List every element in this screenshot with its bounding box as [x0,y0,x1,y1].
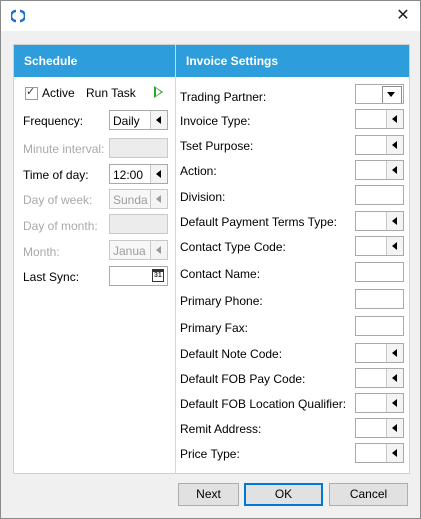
invoice-type-arrow-icon[interactable] [386,110,403,128]
default-fob-pay-code-label: Default FOB Pay Code: [180,372,306,386]
minute-interval-label: Minute interval: [23,142,105,156]
action-label: Action: [180,164,217,178]
month-select: Janua [109,240,168,260]
time-of-day-value: 12:00 [113,168,144,182]
calendar-day-text: 31 [154,272,162,279]
last-sync-date-field[interactable]: 31 [109,266,168,286]
time-of-day-spinner[interactable]: 12:00 [109,164,168,184]
month-value: Janua [113,244,146,258]
price-type-select[interactable] [355,443,404,463]
remit-address-select[interactable] [355,418,404,438]
primary-fax-label: Primary Fax: [180,321,249,335]
frequency-value: Daily [113,114,140,128]
primary-phone-field[interactable] [355,289,404,309]
column-divider [175,45,176,473]
contact-name-label: Contact Name: [180,267,261,281]
invoice-settings-header: Invoice Settings [176,45,409,77]
ok-button[interactable]: OK [244,483,323,506]
contact-type-code-label: Contact Type Code: [180,240,286,254]
last-sync-label: Last Sync: [23,270,80,284]
default-note-code-arrow-icon[interactable] [386,344,403,362]
trading-partner-label: Trading Partner: [180,90,267,104]
default-note-code-label: Default Note Code: [180,347,283,361]
frequency-select[interactable]: Daily [109,110,168,130]
default-fob-pay-code-select[interactable] [355,368,404,388]
price-type-arrow-icon[interactable] [386,444,403,462]
month-label: Month: [23,245,60,259]
tset-purpose-select[interactable] [355,135,404,155]
run-task-label: Run Task [86,86,136,100]
day-of-week-select: Sunda [109,189,168,209]
active-label: Active [42,86,75,100]
title-bar: ✕ [1,1,420,31]
settings-panel: Schedule Invoice Settings Active Run Tas… [13,44,410,474]
primary-fax-field[interactable] [355,316,404,336]
month-arrow-icon [150,241,167,259]
default-payment-terms-type-label: Default Payment Terms Type: [180,215,337,229]
action-arrow-icon[interactable] [386,161,403,179]
primary-phone-label: Primary Phone: [180,294,263,308]
schedule-header: Schedule [14,45,175,77]
time-of-day-arrow-icon[interactable] [150,165,167,183]
default-payment-terms-type-select[interactable] [355,211,404,231]
contact-name-field[interactable] [355,262,404,282]
contact-type-code-arrow-icon[interactable] [386,237,403,255]
day-of-month-label: Day of month: [23,219,98,233]
frequency-arrow-icon[interactable] [150,111,167,129]
default-fob-location-qualifier-select[interactable] [355,393,404,413]
trading-partner-dropdown-icon[interactable] [382,86,402,103]
app-logo-icon [11,9,25,23]
division-label: Division: [180,190,226,204]
price-type-label: Price Type: [180,447,240,461]
remit-address-label: Remit Address: [180,422,262,436]
next-button[interactable]: Next [178,483,239,506]
day-of-week-value: Sunda [113,193,148,207]
action-select[interactable] [355,160,404,180]
default-fob-pay-code-arrow-icon[interactable] [386,369,403,387]
run-task-play-icon[interactable] [154,86,163,98]
day-of-month-field [109,214,168,234]
tset-purpose-arrow-icon[interactable] [386,136,403,154]
default-payment-terms-type-arrow-icon[interactable] [386,212,403,230]
time-of-day-label: Time of day: [23,168,89,182]
day-of-week-label: Day of week: [23,193,93,207]
dialog-window: ✕ Schedule Invoice Settings Active Run T… [0,0,421,519]
active-checkbox[interactable] [25,85,38,100]
cancel-button[interactable]: Cancel [329,483,408,506]
minute-interval-field [109,138,168,158]
frequency-label: Frequency: [23,114,84,128]
day-of-week-arrow-icon [150,190,167,208]
default-fob-location-qualifier-label: Default FOB Location Qualifier: [180,397,347,411]
trading-partner-select[interactable] [355,84,404,104]
invoice-type-select[interactable] [355,109,404,129]
contact-type-code-select[interactable] [355,236,404,256]
default-note-code-select[interactable] [355,343,404,363]
close-icon[interactable]: ✕ [394,7,412,25]
default-fob-location-qualifier-arrow-icon[interactable] [386,394,403,412]
remit-address-arrow-icon[interactable] [386,419,403,437]
calendar-icon[interactable]: 31 [152,269,164,282]
invoice-type-label: Invoice Type: [180,114,251,128]
tset-purpose-label: Tset Purpose: [180,139,254,153]
division-field[interactable] [355,185,404,205]
